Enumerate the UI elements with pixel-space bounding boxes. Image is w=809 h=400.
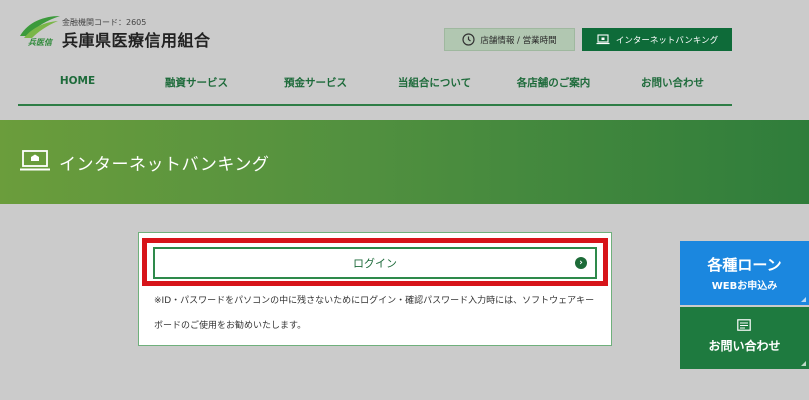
- page-banner: インターネットバンキング: [0, 120, 809, 204]
- nav-item-deposit-services[interactable]: 預金サービス: [256, 66, 375, 104]
- page-title: インターネットバンキング: [59, 155, 270, 175]
- login-button[interactable]: ログイン ›: [153, 247, 597, 279]
- laptop-icon: [20, 150, 50, 171]
- bank-name[interactable]: 兵庫県医療信用組合: [62, 27, 211, 51]
- loan-apply-widget[interactable]: 各種ローン WEBお申込み: [680, 241, 809, 305]
- nav-item-about[interactable]: 当組合について: [375, 66, 494, 104]
- internet-banking-label: インターネットバンキング: [615, 35, 719, 46]
- nav-item-home[interactable]: HOME: [18, 66, 137, 104]
- corner-arrow-icon: [801, 297, 806, 302]
- form-icon: [737, 319, 751, 331]
- logo-text: 兵医信: [28, 38, 54, 47]
- nav-item-loan-services[interactable]: 融資サービス: [137, 66, 256, 104]
- laptop-icon: [596, 34, 610, 45]
- contact-widget-label: お問い合わせ: [708, 339, 781, 353]
- site-header: 兵医信 金融機関コード：2605 兵庫県医療信用組合 店舗情報 / 営業時間 イ…: [0, 0, 809, 120]
- security-note: ※ID・パスワードをパソコンの中に残さないためにログイン・確認パスワード入力時に…: [154, 296, 595, 331]
- store-hours-label: 店舗情報 / 営業時間: [480, 35, 557, 46]
- main-nav: HOME 融資サービス 預金サービス 当組合について 各店舗のご案内 お問い合わ…: [18, 66, 732, 106]
- store-hours-button[interactable]: 店舗情報 / 営業時間: [444, 28, 575, 51]
- logo-icon[interactable]: 兵医信: [18, 14, 62, 48]
- contact-widget[interactable]: お問い合わせ: [680, 307, 809, 369]
- loan-widget-subtitle: WEBお申込み: [711, 281, 778, 292]
- nav-item-contact[interactable]: お問い合わせ: [613, 66, 732, 104]
- internet-banking-button[interactable]: インターネットバンキング: [582, 28, 732, 51]
- nav-item-branches[interactable]: 各店舗のご案内: [494, 66, 613, 104]
- loan-widget-title: 各種ローン: [707, 256, 782, 274]
- login-button-label: ログイン: [353, 257, 397, 270]
- arrow-right-icon: ›: [575, 257, 587, 269]
- corner-arrow-icon: [801, 361, 806, 366]
- clock-icon: [462, 33, 475, 46]
